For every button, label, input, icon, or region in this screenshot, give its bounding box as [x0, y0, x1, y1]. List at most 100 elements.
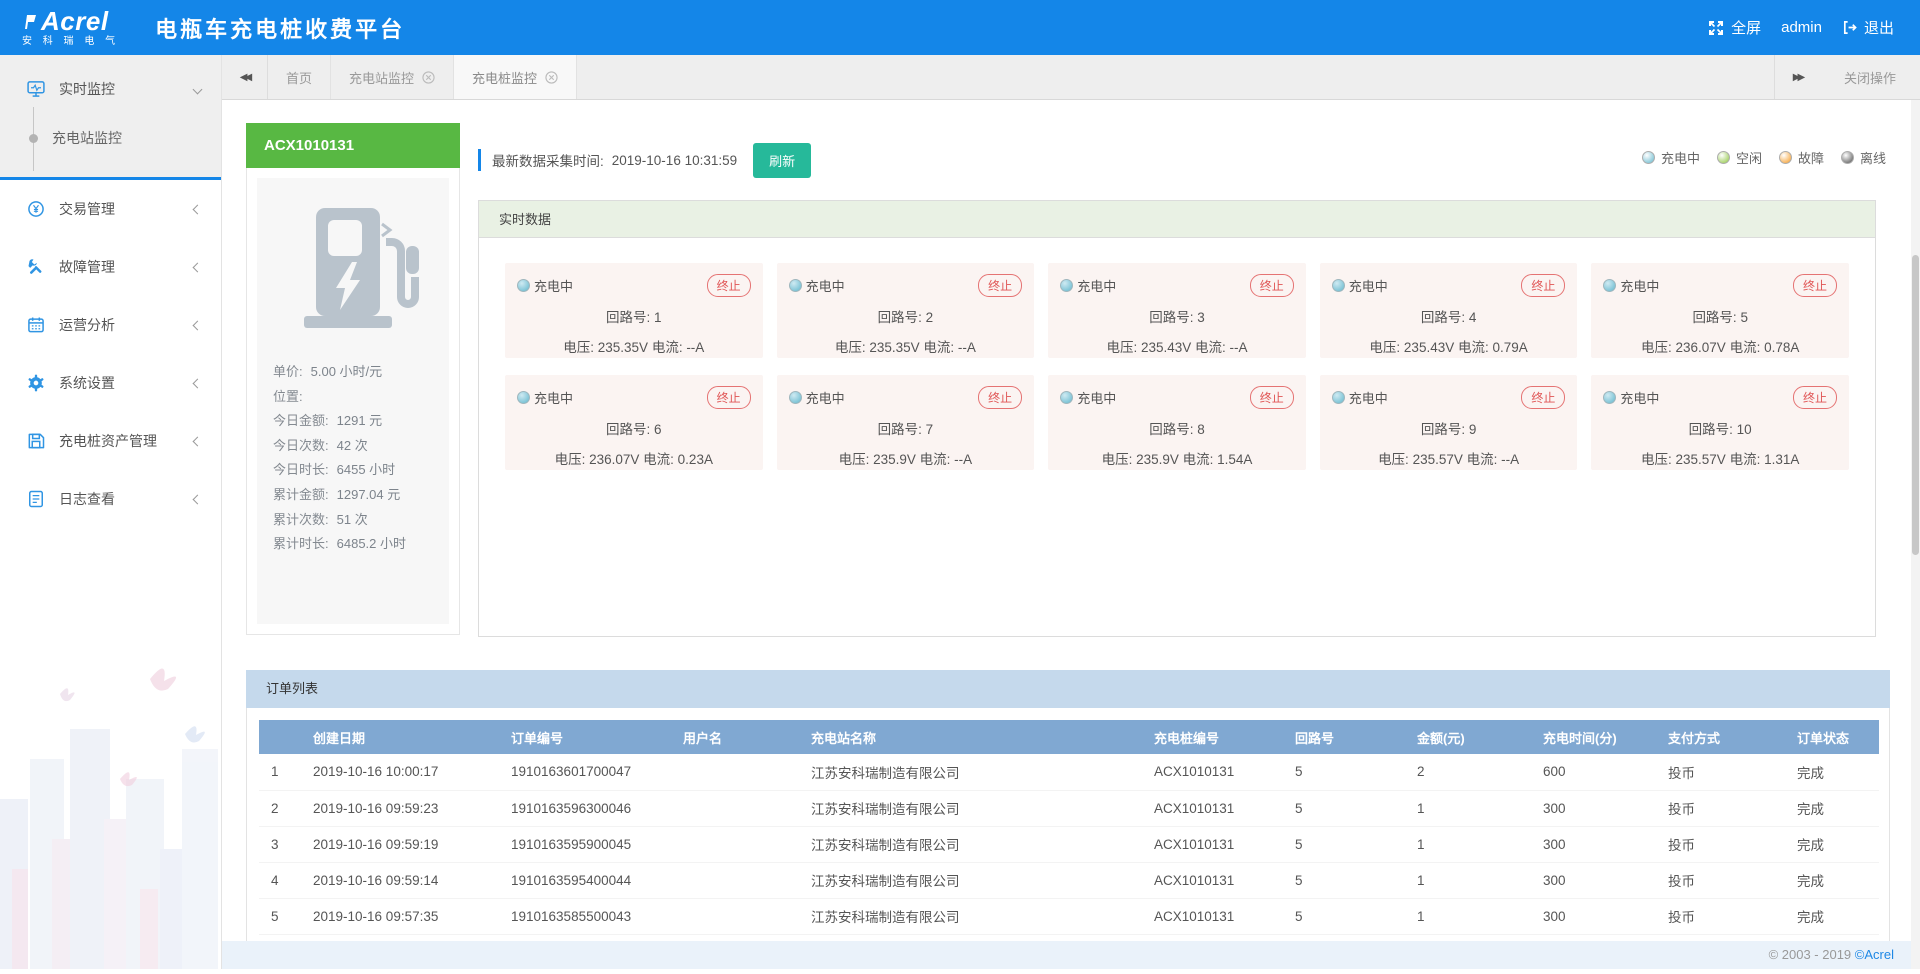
tabs-scroll-left-button[interactable]: ◀◀: [222, 55, 268, 99]
terminate-button[interactable]: 终止: [978, 274, 1022, 297]
order-cell: ACX1010131: [1142, 862, 1283, 898]
order-cell: 2019-10-16 09:57:35: [301, 898, 499, 934]
scrollbar-thumb[interactable]: [1912, 255, 1919, 555]
footer-brand-link[interactable]: ©Acrel: [1855, 947, 1894, 962]
circuit-cards-grid: 充电中 终止 回路号: 1 电压: 235.35V 电流: --A 充电中 终止…: [479, 238, 1875, 495]
charging-status-dot-icon: [1060, 391, 1073, 404]
circuit-card: 充电中 终止 回路号: 6 电压: 236.07V 电流: 0.23A: [505, 375, 763, 470]
close-operations-label: 关闭操作: [1844, 68, 1896, 87]
circuit-card: 充电中 终止 回路号: 1 电压: 235.35V 电流: --A: [505, 263, 763, 358]
stat-label: 今日时长:: [273, 462, 329, 477]
order-row[interactable]: 52019-10-16 09:57:351910163585500043江苏安科…: [259, 898, 1879, 934]
circuit-status-label: 充电中: [1077, 276, 1116, 295]
terminate-button[interactable]: 终止: [1521, 386, 1565, 409]
logout-button[interactable]: 退出: [1842, 17, 1894, 38]
order-cell: 300: [1531, 862, 1656, 898]
tabs-scroll-right-button[interactable]: ▶▶: [1774, 55, 1820, 99]
sidebar-item-assets[interactable]: 充电桩资产管理: [0, 412, 221, 470]
stat-label: 今日金额:: [273, 413, 329, 428]
tab-spacer: [577, 55, 1774, 99]
terminate-button[interactable]: 终止: [707, 274, 751, 297]
tab-pile-monitor[interactable]: 充电桩监控: [454, 55, 577, 99]
order-cell: 1910163595900045: [499, 826, 671, 862]
terminate-button[interactable]: 终止: [1793, 274, 1837, 297]
stat-label: 位置:: [273, 389, 303, 404]
legend-label: 离线: [1860, 148, 1886, 167]
order-cell: 投币: [1656, 754, 1785, 790]
sidebar-item-analysis[interactable]: 运营分析: [0, 296, 221, 354]
order-cell: 5: [1283, 862, 1405, 898]
orders-column-header: 充电桩编号: [1142, 720, 1283, 754]
voltage-current: 电压: 235.43V 电流: --A: [1060, 336, 1294, 356]
order-cell: 4: [259, 862, 301, 898]
circuit-number: 回路号: 2: [789, 306, 1023, 326]
sidebar-item-settings[interactable]: 系统设置: [0, 354, 221, 412]
terminate-button[interactable]: 终止: [1250, 386, 1294, 409]
voltage-current: 电压: 235.57V 电流: 1.31A: [1603, 448, 1837, 468]
order-cell: 1: [1405, 898, 1531, 934]
app-header: Acrel 安 科 瑞 电 气 电瓶车充电桩收费平台 全屏 admin 退出: [0, 0, 1920, 55]
order-cell: 300: [1531, 826, 1656, 862]
brand-name: Acrel: [41, 8, 109, 34]
sidebar-item-logs[interactable]: 日志查看: [0, 470, 221, 528]
logout-icon: [1842, 20, 1857, 35]
tab-station-monitor[interactable]: 充电站监控: [331, 55, 454, 99]
chevron-down-icon: [193, 84, 203, 94]
chevron-left-icon: [193, 320, 203, 330]
circuit-status-label: 充电中: [1620, 276, 1659, 295]
vertical-scrollbar[interactable]: [1911, 100, 1920, 969]
main-content: ACX1010131: [222, 100, 1920, 941]
order-cell: 江苏安科瑞制造有限公司: [799, 898, 1142, 934]
circuit-card: 充电中 终止 回路号: 10 电压: 235.57V 电流: 1.31A: [1591, 375, 1849, 470]
terminate-button[interactable]: 终止: [1793, 386, 1837, 409]
logout-label: 退出: [1864, 17, 1894, 38]
sidebar-item-label: 运营分析: [59, 315, 115, 335]
station-stat-row: 今日次数:42 次: [273, 434, 449, 459]
order-cell: 江苏安科瑞制造有限公司: [799, 862, 1142, 898]
order-cell: 1: [1405, 790, 1531, 826]
circuit-card: 充电中 终止 回路号: 2 电压: 235.35V 电流: --A: [777, 263, 1035, 358]
orders-table-container: 创建日期订单编号用户名充电站名称充电桩编号回路号金额(元)充电时间(分)支付方式…: [246, 708, 1890, 941]
order-cell: 1910163601700047: [499, 754, 671, 790]
order-cell: ACX1010131: [1142, 790, 1283, 826]
status-dot-icon: [1717, 151, 1730, 164]
tab-close-icon[interactable]: [422, 71, 435, 84]
charging-status-dot-icon: [517, 279, 530, 292]
terminate-button[interactable]: 终止: [707, 386, 751, 409]
chevron-left-icon: [193, 494, 203, 504]
sidebar-item-realtime-monitor[interactable]: 实时监控: [0, 65, 221, 113]
order-row[interactable]: 12019-10-16 10:00:171910163601700047江苏安科…: [259, 754, 1879, 790]
save-disk-icon: [26, 431, 46, 451]
charging-pile-icon: [302, 206, 420, 334]
order-row[interactable]: 42019-10-16 09:59:141910163595400044江苏安科…: [259, 862, 1879, 898]
tab-home[interactable]: 首页: [268, 55, 331, 99]
circuit-status-label: 充电中: [1349, 276, 1388, 295]
user-menu[interactable]: admin: [1781, 19, 1822, 36]
legend-item: 充电中: [1642, 148, 1700, 167]
menu-group-realtime: 实时监控 充电站监控: [0, 55, 221, 180]
sidebar-subitem-station-monitor[interactable]: 充电站监控: [0, 113, 221, 163]
stat-value: 5.00 小时/元: [311, 364, 383, 379]
terminate-button[interactable]: 终止: [1250, 274, 1294, 297]
terminate-button[interactable]: 终止: [1521, 274, 1565, 297]
charging-status-dot-icon: [1332, 391, 1345, 404]
voltage-current: 电压: 235.9V 电流: 1.54A: [1060, 448, 1294, 468]
sidebar-item-fault[interactable]: 故障管理: [0, 238, 221, 296]
order-row[interactable]: 32019-10-16 09:59:191910163595900045江苏安科…: [259, 826, 1879, 862]
latest-time-label: 最新数据采集时间:: [492, 150, 604, 170]
circuit-number: 回路号: 7: [789, 418, 1023, 438]
document-list-icon: [26, 489, 46, 509]
sidebar-item-transaction[interactable]: 交易管理: [0, 180, 221, 238]
orders-column-header: 订单状态: [1785, 720, 1879, 754]
close-operations-button[interactable]: 关闭操作: [1820, 55, 1920, 99]
fullscreen-button[interactable]: 全屏: [1708, 17, 1761, 38]
tab-close-icon[interactable]: [545, 71, 558, 84]
orders-column-header: 充电站名称: [799, 720, 1142, 754]
order-cell: ACX1010131: [1142, 754, 1283, 790]
order-row[interactable]: 22019-10-16 09:59:231910163596300046江苏安科…: [259, 790, 1879, 826]
orders-column-header: 充电时间(分): [1531, 720, 1656, 754]
circuit-number: 回路号: 3: [1060, 306, 1294, 326]
terminate-button[interactable]: 终止: [978, 386, 1022, 409]
refresh-button[interactable]: 刷新: [753, 143, 811, 178]
order-cell: 投币: [1656, 862, 1785, 898]
